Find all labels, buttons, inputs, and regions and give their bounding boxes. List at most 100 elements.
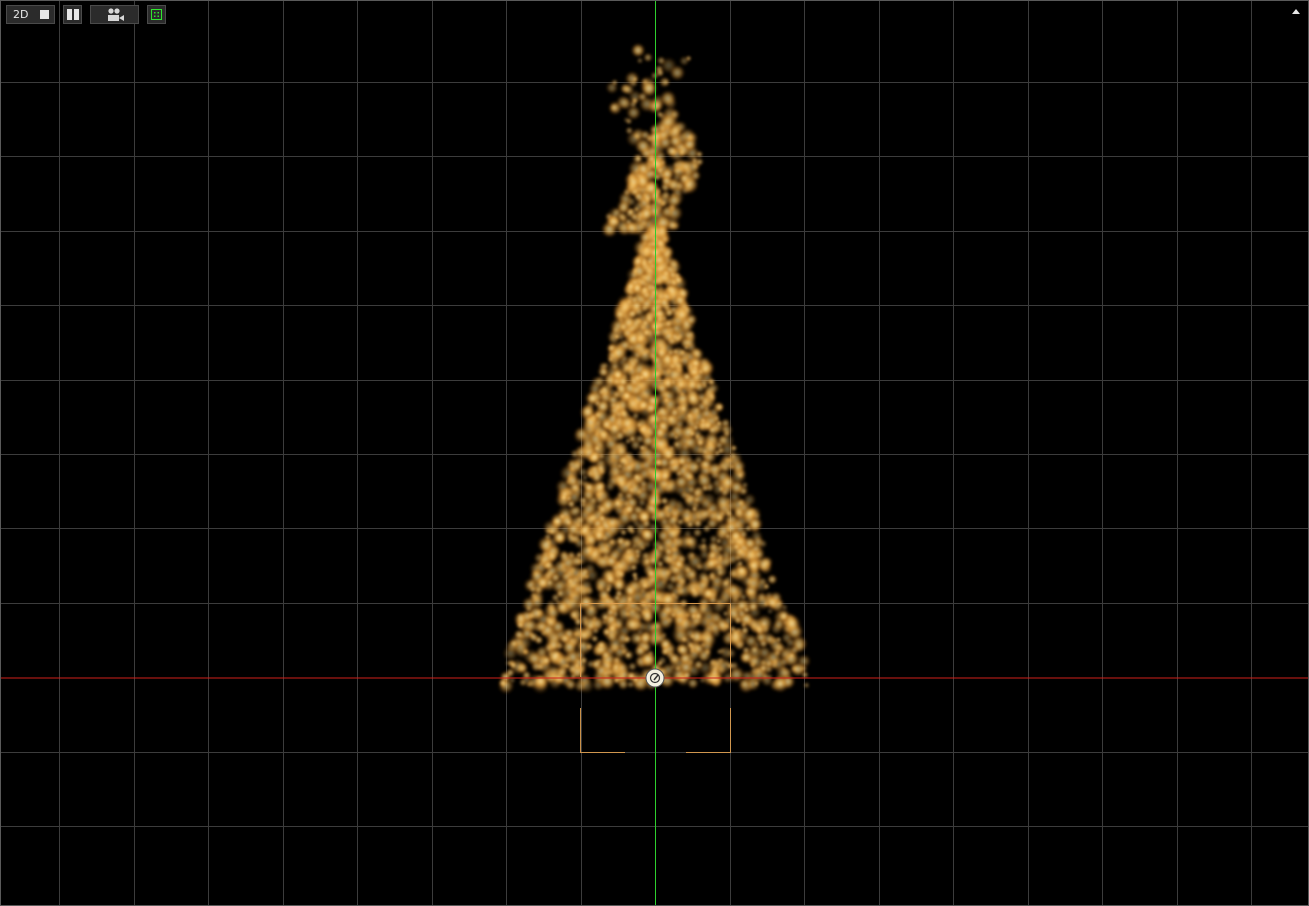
particle-sprite <box>649 239 659 248</box>
particle-sprite <box>729 529 743 543</box>
particle-sprite <box>738 501 750 514</box>
particle-sprite <box>646 553 662 568</box>
particle-sprite <box>659 325 672 338</box>
particle-sprite <box>661 190 671 199</box>
particle-sprite <box>558 550 572 564</box>
particle-sprite <box>655 382 669 395</box>
particle-sprite <box>753 680 760 687</box>
2d-mode-button[interactable]: 2D <box>6 5 55 24</box>
particle-sprite <box>609 103 619 112</box>
particle-sprite <box>604 374 617 387</box>
particle-sprite <box>638 373 646 382</box>
particle-sprite <box>695 471 713 489</box>
particle-sprite <box>628 579 643 594</box>
particle-sprite <box>691 505 698 513</box>
particle-sprite <box>669 278 679 288</box>
particle-sprite <box>637 498 647 508</box>
particle-sprite <box>624 606 639 620</box>
collapse-up-icon[interactable] <box>1292 9 1300 14</box>
particle-sprite <box>738 678 750 690</box>
particle-sprite <box>611 79 619 86</box>
2d-mode-label: 2D <box>13 8 29 21</box>
particle-sprite <box>695 150 704 158</box>
square-icon <box>40 10 49 19</box>
particle-sprite <box>727 628 744 645</box>
split-view-button[interactable] <box>63 5 82 24</box>
particle-sprite <box>673 434 680 441</box>
particle-sprite <box>636 57 644 64</box>
frame-selection-button[interactable] <box>147 5 166 24</box>
particle-sprite <box>673 306 690 324</box>
particle-sprite <box>516 620 525 630</box>
particle-sprite <box>605 586 612 593</box>
particle-sprite <box>670 163 687 180</box>
particle-sprite <box>663 396 670 404</box>
particle-sprite <box>764 595 780 610</box>
particle-sprite <box>565 495 573 502</box>
particle-sprite <box>702 524 712 534</box>
split-view-icon-right <box>74 9 79 20</box>
particle-sprite <box>642 619 658 635</box>
particle-sprite <box>610 433 621 444</box>
particle-sprite <box>551 593 560 603</box>
particle-sprite <box>698 507 712 521</box>
particle-sprite <box>559 464 577 483</box>
particle-sprite <box>723 660 731 668</box>
particle-sprite <box>708 580 724 596</box>
particle-sprite <box>783 615 802 633</box>
particle-sprite <box>587 512 599 524</box>
particle-sprite <box>731 542 741 552</box>
particle-sprite <box>513 629 525 640</box>
particle-sprite <box>635 487 644 496</box>
particle-sprite <box>708 378 716 386</box>
particle-sprite <box>689 644 696 651</box>
particle-sprite <box>668 652 681 665</box>
particle-sprite <box>699 631 717 649</box>
particle-sprite <box>631 571 639 579</box>
particle-sprite <box>689 430 696 437</box>
particle-sprite <box>720 550 732 561</box>
particle-sprite <box>505 659 513 667</box>
particle-sprite <box>637 399 650 411</box>
particle-sprite <box>625 524 636 534</box>
particle-sprite <box>625 174 642 191</box>
particle-sprite <box>726 582 742 598</box>
particle-sprite <box>606 449 620 462</box>
particle-sprite <box>627 486 636 494</box>
particle-sprite <box>631 267 639 276</box>
particle-sprite <box>754 623 766 636</box>
particle-sprite <box>697 647 713 663</box>
scene-viewport[interactable]: 2D <box>0 0 1309 906</box>
particle-sprite <box>544 560 555 571</box>
particle-sprite <box>790 661 806 677</box>
particle-sprite <box>685 55 692 62</box>
particle-sprite <box>605 515 620 530</box>
particle-sprite <box>572 661 582 670</box>
particle-sprite <box>569 610 579 620</box>
particle-sprite <box>625 218 632 225</box>
camera-button[interactable] <box>90 5 139 24</box>
particle-sprite <box>617 454 631 469</box>
particle-sprite <box>691 358 701 368</box>
particle-sprite <box>634 208 646 220</box>
particle-sprite <box>612 578 626 593</box>
particle-sprite <box>611 325 621 335</box>
viewport-canvas[interactable] <box>1 1 1309 906</box>
particle-sprite <box>673 294 687 307</box>
particle-effect <box>497 43 812 695</box>
particle-sprite <box>697 368 705 375</box>
particle-sprite <box>648 466 666 485</box>
emitter-bounds-line <box>580 708 625 753</box>
particle-sprite <box>766 673 774 681</box>
particle-sprite <box>655 564 673 583</box>
particle-sprite <box>654 632 667 645</box>
particle-sprite <box>758 539 768 549</box>
particle-sprite <box>568 564 584 581</box>
particle-sprite <box>758 577 768 586</box>
pivot-handle-icon[interactable] <box>645 668 665 688</box>
particle-sprite <box>683 507 692 516</box>
particle-sprite <box>699 416 707 425</box>
particle-sprite <box>640 284 650 295</box>
particle-sprite <box>771 641 784 655</box>
particle-sprite <box>668 444 676 452</box>
